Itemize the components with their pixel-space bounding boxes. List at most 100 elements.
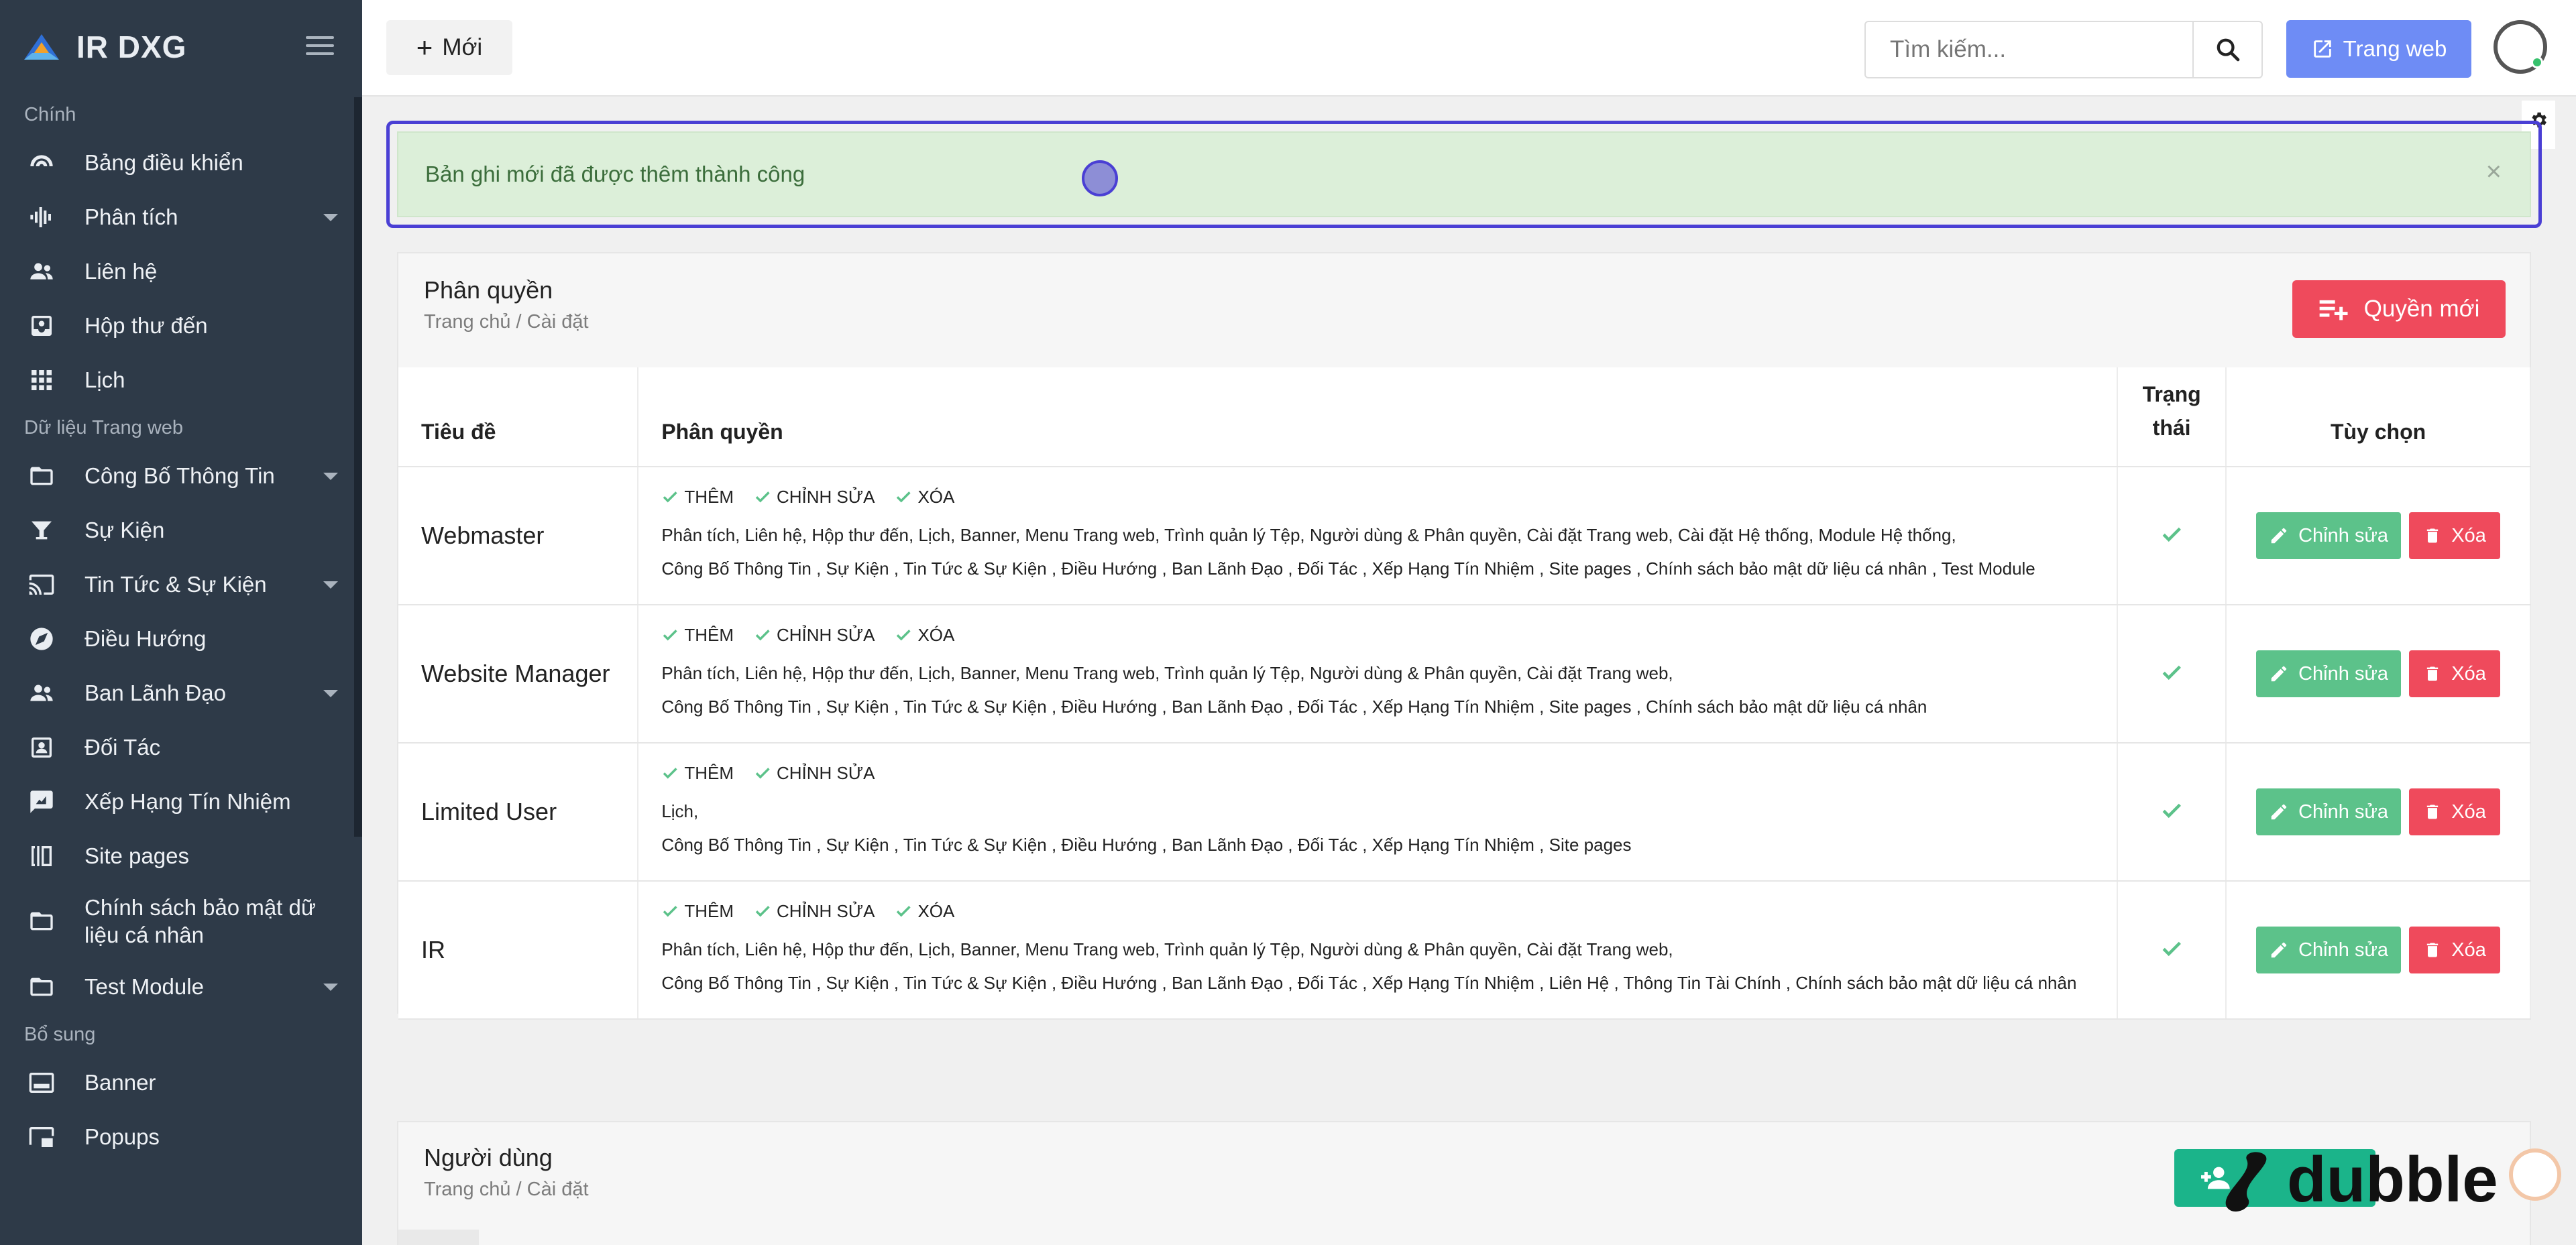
pencil-icon: [2271, 942, 2287, 958]
sidebar-item-hop-thu-den[interactable]: Hộp thư đến: [0, 298, 362, 353]
permission-flags: THÊM CHỈNH SỬA XÓA: [661, 625, 2094, 646]
permission-flag-label: THÊM: [684, 624, 734, 645]
sidebar-item-banner[interactable]: Banner: [0, 1055, 362, 1110]
status-check-icon: [2162, 941, 2182, 956]
permissions-card: Phân quyền Trang chủ / Cài đặt Quyền mới…: [397, 252, 2531, 1020]
sidebar-item-label: Điều Hướng: [85, 626, 207, 651]
search-input[interactable]: [1866, 22, 2192, 77]
sidebar-item-cong-bo-thong-tin[interactable]: Công Bố Thông Tin: [0, 449, 362, 503]
sidebar-item-site-pages[interactable]: Site pages: [0, 829, 362, 883]
status-check-icon: [2162, 527, 2182, 542]
check-icon: [897, 491, 911, 503]
options-cell: Chỉnh sửa Xóa: [2226, 743, 2531, 882]
dubble-watermark-logo: dubble: [2225, 1144, 2561, 1216]
status-cell: [2117, 743, 2227, 882]
check-icon: [897, 906, 911, 917]
sidebar-item-label: Site pages: [85, 843, 189, 868]
permission-modules-line1: Lịch,: [661, 801, 699, 821]
permission-modules-line2: Công Bố Thông Tin , Sự Kiện , Tin Tức & …: [661, 696, 1927, 717]
sidebar-item-su-kien[interactable]: Sự Kiện: [0, 503, 362, 557]
role-permissions: THÊM CHỈNH SỬA XÓA Phân tích, Liên hệ, Hộp …: [638, 467, 2119, 605]
check-icon: [755, 491, 770, 503]
sidebar-section-label: Chính: [24, 103, 76, 125]
sidebar-item-dieu-huong[interactable]: Điều Hướng: [0, 611, 362, 666]
sidebar-item-ban-lanh-dao[interactable]: Ban Lãnh Đạo: [0, 666, 362, 720]
permission-modules-line1: Phân tích, Liên hệ, Hộp thư đến, Lịch, B…: [661, 524, 1956, 545]
sidebar-item-xep-hang-tin-nhiem[interactable]: Xếp Hạng Tín Nhiệm: [0, 774, 362, 829]
status-cell: [2117, 467, 2227, 605]
search-button[interactable]: [2192, 22, 2261, 77]
delete-button[interactable]: Xóa: [2409, 512, 2501, 559]
inbox-icon: [27, 311, 56, 341]
search-box: [1864, 21, 2263, 78]
status-cell: [2117, 881, 2227, 1020]
chevron-down-icon: [323, 689, 338, 697]
sidebar-item-phan-tich[interactable]: Phân tích: [0, 190, 362, 244]
sidebar-item-label: Ban Lãnh Đạo: [85, 680, 227, 705]
sidebar-item-test-module[interactable]: Test Module: [0, 959, 362, 1014]
watermark-text: dubble: [2287, 1144, 2498, 1216]
permission-flag: CHỈNH SỬA: [754, 901, 875, 922]
column-header-title[interactable]: Tiêu đề: [398, 367, 639, 467]
permission-flag: CHỈNH SỬA: [754, 487, 875, 508]
sidebar-item-popups[interactable]: Popups: [0, 1110, 362, 1164]
permission-flag-label: XÓA: [917, 900, 955, 921]
permission-modules-line2: Công Bố Thông Tin , Sự Kiện , Tin Tức & …: [661, 834, 1632, 855]
trash-icon: [2427, 805, 2439, 819]
chevron-down-icon: [323, 472, 338, 480]
column-header-permissions[interactable]: Phân quyền: [638, 367, 2119, 467]
website-button-label: Trang web: [2343, 36, 2447, 61]
table-row: Webmaster THÊM CHỈNH SỬA XÓA Phân tích, Liên…: [398, 467, 2531, 605]
edit-button-label: Chỉnh sửa: [2298, 939, 2388, 961]
sidebar-item-doi-tac[interactable]: Đối Tác: [0, 720, 362, 774]
edit-button[interactable]: Chỉnh sửa: [2256, 927, 2402, 973]
edit-button[interactable]: Chỉnh sửa: [2256, 788, 2402, 835]
sidebar-item-lien-he[interactable]: Liên hệ: [0, 244, 362, 298]
status-check-icon: [2162, 665, 2182, 680]
sidebar-item-label: Đối Tác: [85, 734, 161, 760]
role-title: Limited User: [398, 743, 639, 882]
analytics-icon: [27, 202, 56, 232]
sidebar-item-label: Phân tích: [85, 204, 178, 229]
permission-flags: THÊM CHỈNH SỬA XÓA: [661, 487, 2094, 508]
sidebar-item-bang-dieu-khien[interactable]: Bảng điều khiển: [0, 135, 362, 190]
alert-close-button[interactable]: ×: [2486, 157, 2502, 187]
chevron-down-icon: [323, 983, 338, 991]
permission-flag-label: XÓA: [917, 624, 955, 645]
external-link-icon: [2313, 40, 2331, 58]
delete-button[interactable]: Xóa: [2409, 927, 2501, 973]
delete-button-label: Xóa: [2451, 801, 2486, 823]
permission-modules-line1: Phân tích, Liên hệ, Hộp thư đến, Lịch, B…: [661, 662, 1673, 683]
permission-flag-label: THÊM: [684, 900, 734, 921]
sidebar: IR DXG Chính Bảng điều khiển Phân tích Liên…: [0, 0, 362, 1245]
sidebar-item-chinh-sach-bao-mat-du-lieu-ca-nhan[interactable]: Chính sách bảo mật dữ liệu cá nhân: [0, 883, 362, 959]
edit-button[interactable]: Chỉnh sửa: [2256, 512, 2402, 559]
column-header-status[interactable]: Trạng thái: [2117, 367, 2227, 467]
dashboard-icon: [27, 148, 56, 178]
permission-modules-line2: Công Bố Thông Tin , Sự Kiện , Tin Tức & …: [661, 972, 2077, 993]
sidebar-item-lich[interactable]: Lịch: [0, 353, 362, 407]
menu-toggle-icon[interactable]: [306, 36, 334, 58]
contacts-icon: [27, 257, 56, 286]
permission-flag: XÓA: [895, 901, 954, 922]
folder-icon: [27, 906, 56, 936]
popup-icon: [27, 1122, 56, 1152]
permission-flag-label: CHỈNH SỬA: [776, 900, 875, 921]
column-header-options: Tùy chọn: [2226, 367, 2531, 467]
folder-icon: [27, 461, 56, 491]
breadcrumb: Trang chủ / Cài đặt: [424, 311, 589, 333]
role-permissions: THÊM CHỈNH SỬA XÓA Phân tích, Liên hệ, Hộp …: [638, 605, 2119, 744]
success-alert: Bản ghi mới đã được thêm thành công ×: [397, 131, 2531, 217]
website-button[interactable]: Trang web: [2286, 20, 2471, 78]
edit-button[interactable]: Chỉnh sửa: [2256, 650, 2402, 697]
sidebar-item-label: Công Bố Thông Tin: [85, 463, 275, 488]
edit-button-label: Chỉnh sửa: [2298, 662, 2388, 685]
trash-icon: [2427, 666, 2439, 681]
new-button[interactable]: + Mới: [386, 20, 512, 75]
avatar[interactable]: [2494, 20, 2547, 74]
permission-modules-line2: Công Bố Thông Tin , Sự Kiện , Tin Tức & …: [661, 558, 2035, 579]
delete-button[interactable]: Xóa: [2409, 650, 2501, 697]
sidebar-item-tin-tuc-su-kien[interactable]: Tin Tức & Sự Kiện: [0, 557, 362, 611]
delete-button[interactable]: Xóa: [2409, 788, 2501, 835]
new-permission-button[interactable]: Quyền mới: [2292, 280, 2506, 338]
